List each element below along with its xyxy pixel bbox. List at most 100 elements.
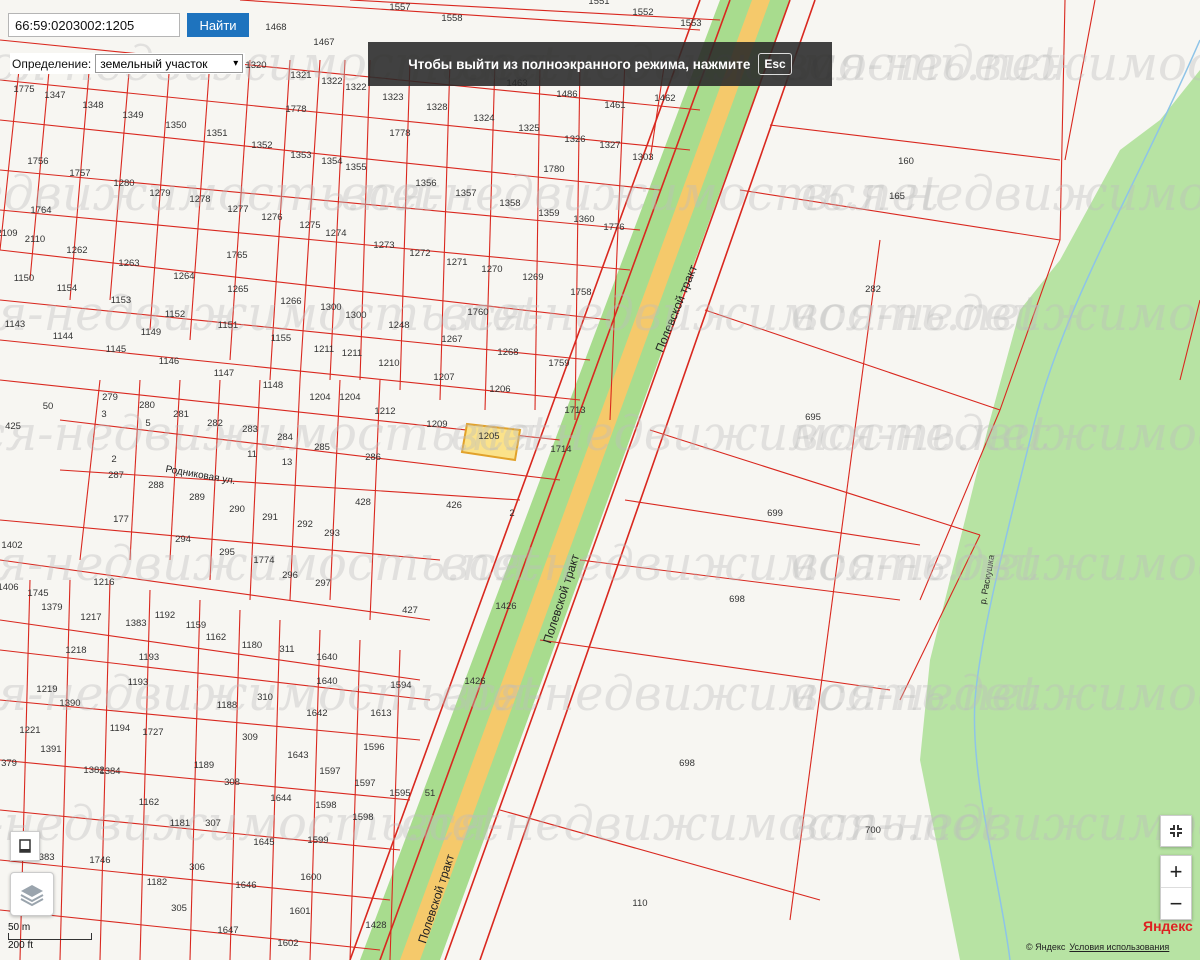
parcel-number[interactable]: 13 bbox=[282, 457, 293, 468]
parcel-number[interactable]: 2110 bbox=[25, 234, 45, 245]
parcel-number[interactable]: 285 bbox=[314, 442, 330, 453]
parcel-number[interactable]: 2 bbox=[509, 508, 514, 519]
parcel-number[interactable]: 1765 bbox=[226, 250, 247, 261]
parcel-number[interactable]: 1552 bbox=[632, 7, 653, 18]
parcel-number[interactable]: 1323 bbox=[382, 92, 403, 103]
parcel-number[interactable]: 1218 bbox=[65, 645, 86, 656]
parcel-number[interactable]: 1146 bbox=[159, 356, 179, 367]
parcel-number[interactable]: 1209 bbox=[426, 419, 447, 430]
parcel-number[interactable]: 296 bbox=[282, 570, 298, 581]
parcel-number[interactable]: 1357 bbox=[455, 188, 476, 199]
parcel-number[interactable]: 1426 bbox=[495, 601, 516, 612]
parcel-number[interactable]: 279 bbox=[102, 392, 118, 403]
parcel-number[interactable]: 1355 bbox=[345, 162, 366, 173]
parcel-number[interactable]: 1383 bbox=[125, 618, 146, 629]
parcel-number[interactable]: 1758 bbox=[570, 287, 591, 298]
parcel-number[interactable]: 1322 bbox=[345, 82, 366, 93]
parcel-number[interactable]: 1557 bbox=[389, 2, 410, 13]
parcel-number[interactable]: 1640 bbox=[316, 652, 337, 663]
parcel-number[interactable]: 1356 bbox=[415, 178, 436, 189]
parcel-number[interactable]: 1468 bbox=[265, 22, 286, 33]
parcel-number[interactable]: 1148 bbox=[263, 380, 283, 391]
parcel-number[interactable]: 290 bbox=[229, 504, 245, 515]
parcel-number[interactable]: 1264 bbox=[173, 271, 194, 282]
parcel-number[interactable]: 1390 bbox=[59, 698, 80, 709]
parcel-number[interactable]: 160 bbox=[898, 156, 914, 167]
parcel-number[interactable]: 1774 bbox=[253, 555, 274, 566]
parcel-number[interactable]: 1640 bbox=[316, 676, 337, 687]
parcel-number[interactable]: 1360 bbox=[573, 214, 594, 225]
parcel-number[interactable]: 1462 bbox=[654, 93, 675, 104]
parcel-number[interactable]: 1426 bbox=[464, 676, 485, 687]
parcel-number[interactable]: 699 bbox=[767, 508, 783, 519]
parcel-number[interactable]: 695 bbox=[805, 412, 821, 423]
parcel-number[interactable]: 177 bbox=[113, 514, 129, 525]
parcel-number[interactable]: 1262 bbox=[66, 245, 87, 256]
parcel-number[interactable]: 1347 bbox=[44, 90, 65, 101]
parcel-number[interactable]: 1210 bbox=[378, 358, 399, 369]
parcel-number[interactable]: 1598 bbox=[315, 800, 336, 811]
parcel-number[interactable]: 1759 bbox=[548, 358, 569, 369]
parcel-number[interactable]: 1328 bbox=[426, 102, 447, 113]
parcel-number[interactable]: 698 bbox=[729, 594, 745, 605]
parcel-number[interactable]: 311 bbox=[279, 644, 294, 655]
parcel-number[interactable]: 283 bbox=[242, 424, 258, 435]
parcel-number[interactable]: 1596 bbox=[363, 742, 384, 753]
zoom-in-button[interactable]: + bbox=[1161, 856, 1191, 887]
parcel-number[interactable]: 1379 bbox=[41, 602, 62, 613]
parcel-number[interactable]: 1645 bbox=[253, 837, 274, 848]
parcel-number[interactable]: 310 bbox=[257, 692, 273, 703]
parcel-number[interactable]: 1598 bbox=[352, 812, 373, 823]
parcel-number[interactable]: 2109 bbox=[0, 228, 18, 239]
parcel-number[interactable]: 698 bbox=[679, 758, 695, 769]
parcel-number[interactable]: 1324 bbox=[473, 113, 494, 124]
parcel-number[interactable]: 307 bbox=[205, 818, 221, 829]
parcel-number[interactable]: 1778 bbox=[285, 104, 306, 115]
parcel-number[interactable]: 1551 bbox=[588, 0, 609, 7]
parcel-number[interactable]: 1155 bbox=[271, 333, 291, 344]
parcel-number[interactable]: 1212 bbox=[374, 406, 395, 417]
parcel-number[interactable]: 1151 bbox=[218, 320, 238, 331]
parcel-number[interactable]: 1144 bbox=[53, 331, 73, 342]
parcel-number[interactable]: 1189 bbox=[194, 760, 214, 771]
parcel-number[interactable]: 1595 bbox=[389, 788, 410, 799]
parcel-number[interactable]: 1384 bbox=[99, 766, 120, 777]
parcel-number[interactable]: 1760 bbox=[467, 307, 488, 318]
parcel-number[interactable]: 1326 bbox=[564, 134, 585, 145]
parcel-number[interactable]: 293 bbox=[324, 528, 340, 539]
search-button[interactable]: Найти bbox=[187, 13, 249, 37]
parcel-number[interactable]: 1278 bbox=[189, 194, 210, 205]
fullscreen-button[interactable] bbox=[1160, 815, 1192, 847]
parcel-number[interactable]: 305 bbox=[171, 903, 187, 914]
parcel-number[interactable]: 1269 bbox=[522, 272, 543, 283]
parcel-number[interactable]: 1248 bbox=[388, 320, 409, 331]
parcel-number[interactable]: 1601 bbox=[289, 906, 310, 917]
parcel-number[interactable]: 1266 bbox=[280, 296, 301, 307]
parcel-number[interactable]: 1153 bbox=[111, 295, 131, 306]
parcel-number[interactable]: 1350 bbox=[165, 120, 186, 131]
parcel-number[interactable]: 1358 bbox=[499, 198, 520, 209]
parcel-number[interactable]: 1182 bbox=[147, 877, 167, 888]
parcel-number[interactable]: 1162 bbox=[206, 632, 226, 643]
parcel-number[interactable]: 1713 bbox=[564, 405, 585, 416]
parcel-number[interactable]: 1211 bbox=[342, 348, 362, 359]
parcel-number[interactable]: 427 bbox=[402, 605, 418, 616]
parcel-number[interactable]: 1757 bbox=[69, 168, 90, 179]
parcel-number[interactable]: 295 bbox=[219, 547, 235, 558]
parcel-number[interactable]: 1391 bbox=[40, 744, 61, 755]
search-input[interactable] bbox=[8, 13, 180, 37]
parcel-number[interactable]: 309 bbox=[242, 732, 258, 743]
parcel-number[interactable]: 1776 bbox=[603, 222, 624, 233]
parcel-number[interactable]: 1745 bbox=[27, 588, 48, 599]
zoom-out-button[interactable]: − bbox=[1161, 887, 1191, 919]
parcel-number[interactable]: 1204 bbox=[309, 392, 330, 403]
layers-button[interactable] bbox=[10, 872, 54, 916]
parcel-number[interactable]: 1300 bbox=[320, 302, 341, 313]
parcel-number[interactable]: 1597 bbox=[354, 778, 375, 789]
parcel-number[interactable]: 1276 bbox=[261, 212, 282, 223]
parcel-number[interactable]: 1280 bbox=[113, 178, 134, 189]
parcel-number[interactable]: 1594 bbox=[390, 680, 411, 691]
parcel-number[interactable]: 1756 bbox=[27, 156, 48, 167]
parcel-number[interactable]: 1727 bbox=[142, 727, 163, 738]
parcel-number[interactable]: 1746 bbox=[89, 855, 110, 866]
